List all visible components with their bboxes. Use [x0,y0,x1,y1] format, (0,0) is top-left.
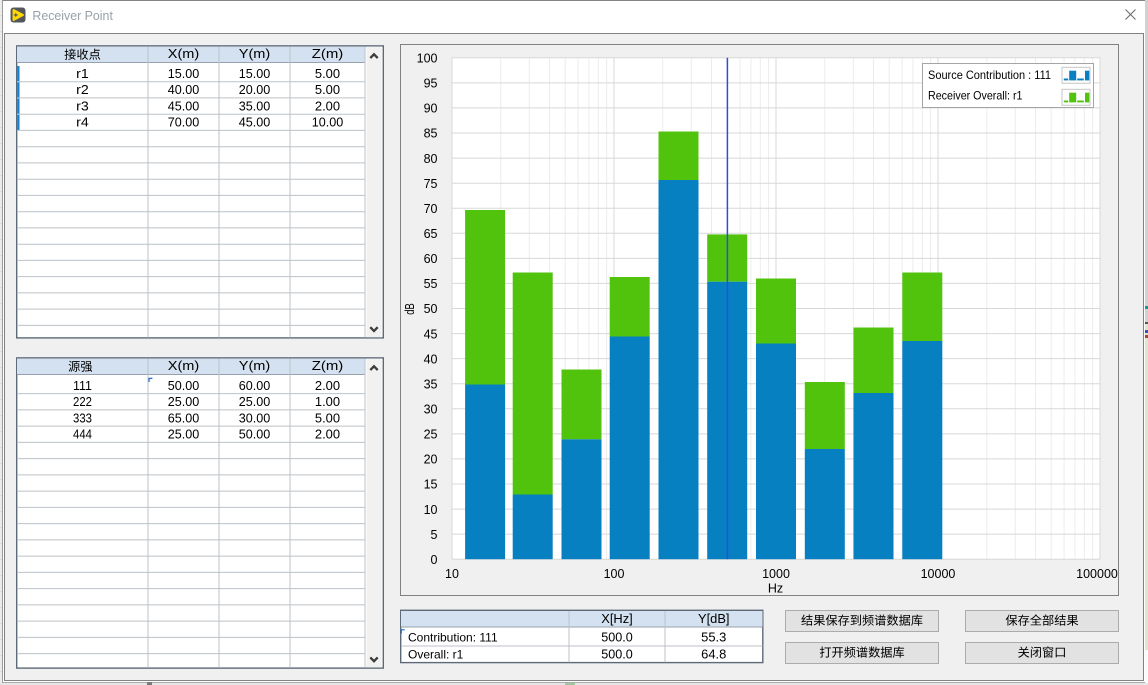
svg-text:Z(m): Z(m) [312,47,344,61]
svg-text:55: 55 [424,277,438,291]
svg-text:X[Hz]: X[Hz] [601,612,633,626]
svg-text:10: 10 [424,503,438,517]
svg-text:Y(m): Y(m) [239,359,271,373]
svg-text:Receiver Point: Receiver Point [32,9,113,23]
svg-text:40: 40 [424,352,438,366]
svg-text:1.00: 1.00 [315,395,340,409]
svg-text:65.00: 65.00 [168,411,200,425]
svg-text:65: 65 [424,227,438,241]
svg-text:222: 222 [73,395,92,409]
svg-text:r4: r4 [76,116,89,130]
svg-text:444: 444 [73,428,92,442]
svg-text:60: 60 [424,252,438,266]
svg-text:0: 0 [431,553,438,567]
svg-text:50: 50 [424,302,438,316]
svg-text:30: 30 [424,402,438,416]
svg-text:5.00: 5.00 [315,83,340,97]
svg-text:90: 90 [424,102,438,116]
svg-text:35.00: 35.00 [239,99,271,113]
svg-text:25.00: 25.00 [239,395,271,409]
svg-text:100: 100 [417,52,438,66]
svg-text:Receiver Overall: r1: Receiver Overall: r1 [928,89,1023,103]
svg-text:50.00: 50.00 [239,428,271,442]
svg-text:45.00: 45.00 [239,116,271,130]
svg-text:Source Contribution : 111: Source Contribution : 111 [928,68,1051,82]
svg-text:20: 20 [424,453,438,467]
svg-text:Y(m): Y(m) [239,47,271,61]
svg-text:50.00: 50.00 [168,379,200,393]
svg-text:15: 15 [424,478,438,492]
svg-text:45: 45 [424,327,438,341]
svg-text:25.00: 25.00 [168,428,200,442]
svg-text:15.00: 15.00 [168,67,200,81]
svg-text:333: 333 [73,411,92,425]
svg-text:25: 25 [424,428,438,442]
svg-text:Hz: Hz [768,582,783,596]
svg-text:25.00: 25.00 [168,395,200,409]
svg-text:X(m): X(m) [168,359,200,373]
svg-text:85: 85 [424,127,438,141]
svg-text:95: 95 [424,77,438,91]
svg-text:111: 111 [73,379,92,393]
svg-text:80: 80 [424,152,438,166]
svg-text:dB: dB [403,303,417,315]
svg-text:Y[dB]: Y[dB] [698,612,730,626]
svg-text:100000: 100000 [1076,567,1118,581]
svg-text:60.00: 60.00 [239,379,271,393]
svg-text:40.00: 40.00 [168,83,200,97]
svg-text:75: 75 [424,177,438,191]
svg-text:30.00: 30.00 [239,411,271,425]
svg-text:100: 100 [604,567,625,581]
svg-text:Contribution: 111: Contribution: 111 [408,630,498,644]
svg-text:5: 5 [431,528,438,542]
svg-text:10000: 10000 [921,567,956,581]
svg-text:500.0: 500.0 [601,630,633,644]
svg-text:45.00: 45.00 [168,99,200,113]
svg-text:1000: 1000 [762,567,790,581]
svg-text:15.00: 15.00 [239,67,271,81]
svg-text:5.00: 5.00 [315,67,340,81]
svg-text:70: 70 [424,202,438,216]
svg-text:10.00: 10.00 [312,116,344,130]
svg-text:35: 35 [424,377,438,391]
svg-text:10: 10 [445,567,459,581]
svg-text:2.00: 2.00 [315,99,340,113]
svg-text:r2: r2 [76,83,89,97]
svg-text:70.00: 70.00 [168,116,200,130]
svg-text:X(m): X(m) [168,47,200,61]
svg-text:2.00: 2.00 [315,379,340,393]
svg-text:64.8: 64.8 [701,648,726,662]
svg-text:500.0: 500.0 [601,648,633,662]
svg-text:5.00: 5.00 [315,411,340,425]
svg-text:Overall: r1: Overall: r1 [408,648,464,662]
svg-text:r3: r3 [76,99,89,113]
svg-text:Z(m): Z(m) [312,359,344,373]
svg-text:r1: r1 [76,67,89,81]
svg-text:55.3: 55.3 [701,630,726,644]
svg-text:2.00: 2.00 [315,428,340,442]
svg-text:20.00: 20.00 [239,83,271,97]
